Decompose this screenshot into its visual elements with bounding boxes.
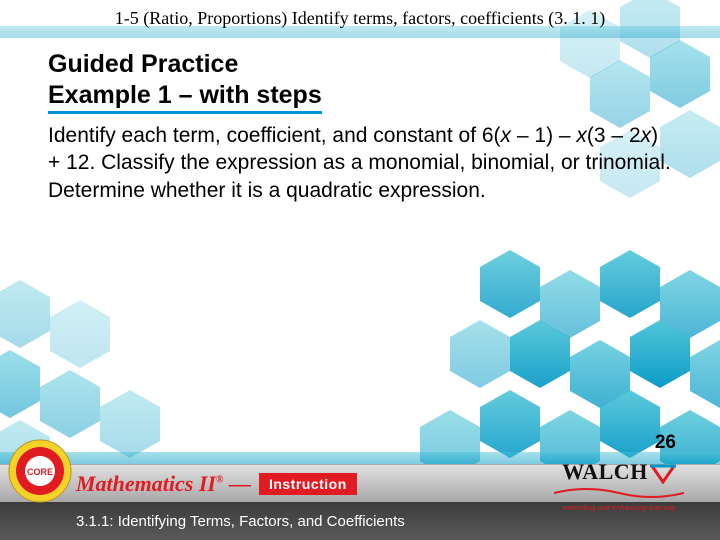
walch-wave-icon <box>554 488 684 498</box>
footer-top-bar: CORE Mathematics II® — Instruction WALCH… <box>0 464 720 502</box>
page-number: 26 <box>655 432 676 454</box>
course-title: Mathematics II® — <box>76 471 251 497</box>
walch-name: WALCH <box>554 459 684 485</box>
body-text: Identify each term, coefficient, and con… <box>48 122 676 204</box>
heading-line2: Example 1 – with steps <box>48 81 322 114</box>
common-core-seal: CORE <box>8 439 72 503</box>
walch-logo: WALCH extending and enhancing learning <box>554 459 684 512</box>
dash: — <box>223 471 251 496</box>
content-area: Guided Practice Example 1 – with steps I… <box>48 50 676 204</box>
instruction-label: Instruction <box>259 473 357 495</box>
walch-tagline: extending and enhancing learning <box>554 503 684 512</box>
footer: CORE Mathematics II® — Instruction WALCH… <box>0 464 720 540</box>
footer-subtitle: 3.1.1: Identifying Terms, Factors, and C… <box>76 513 405 530</box>
heading-line1: Guided Practice <box>48 50 676 79</box>
course-title-text: Mathematics II <box>76 471 216 496</box>
seal-core-text: CORE <box>27 467 53 477</box>
slide-title: 1-5 (Ratio, Proportions) Identify terms,… <box>0 8 720 29</box>
